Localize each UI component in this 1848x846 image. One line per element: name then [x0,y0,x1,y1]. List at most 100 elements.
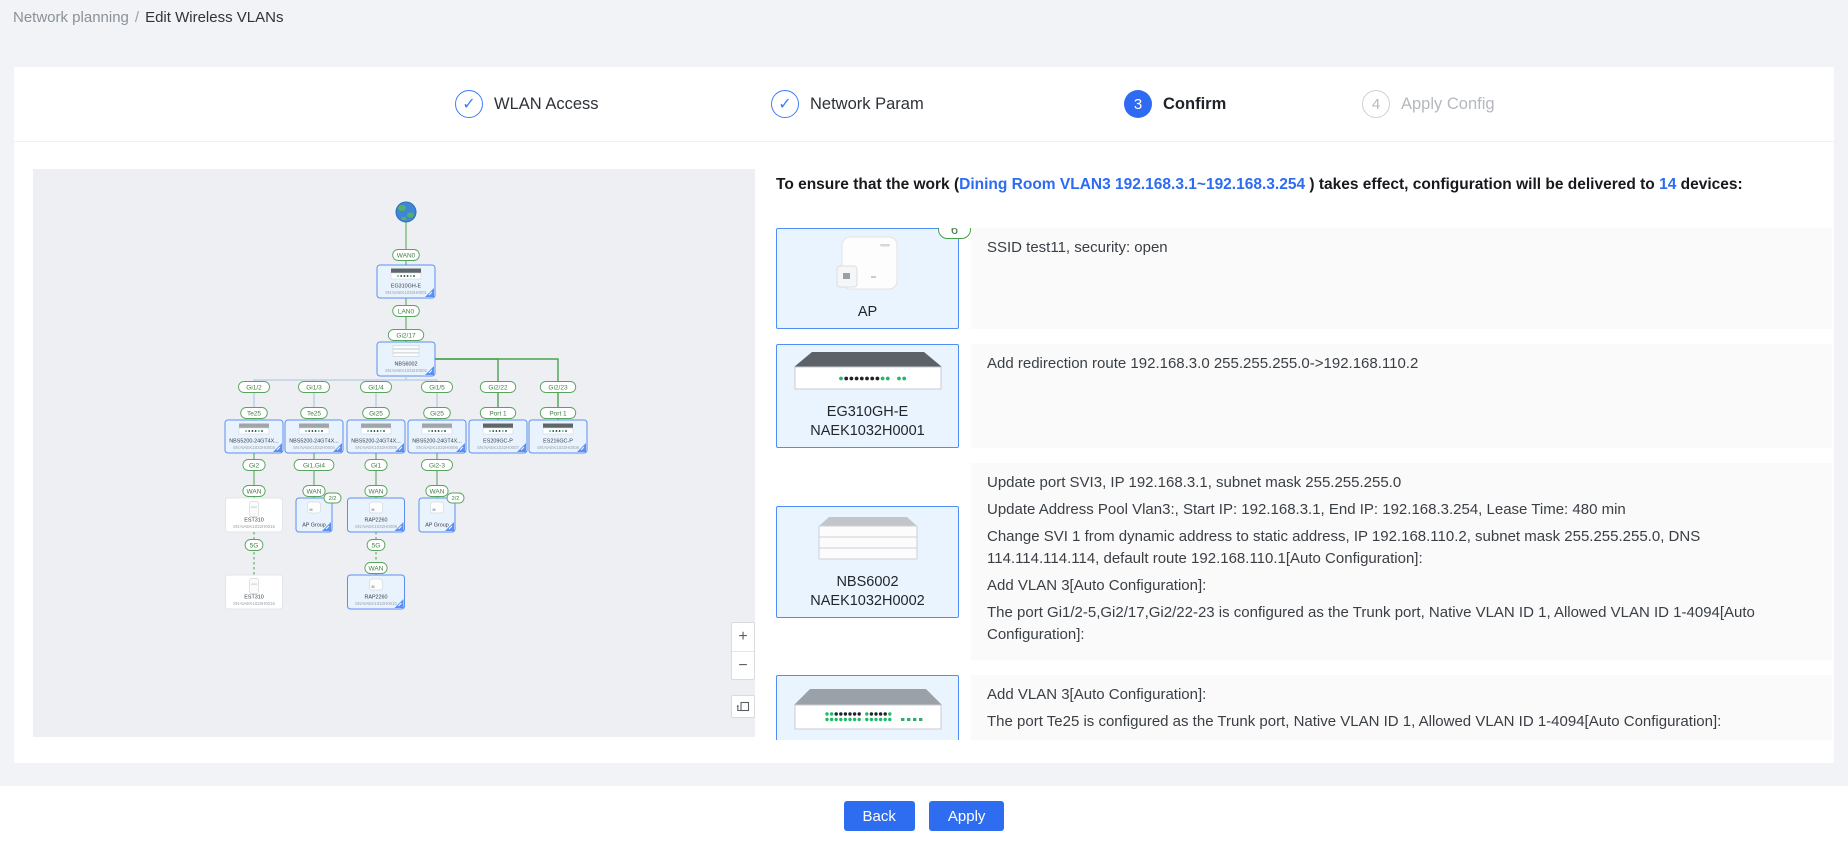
breadcrumb: Network planning / Edit Wireless VLANs [13,9,283,26]
step-label: Network Param [810,95,924,114]
svg-text:AP Group: AP Group [425,523,449,529]
svg-text:Gi25: Gi25 [430,410,444,417]
svg-text:WAN: WAN [247,488,262,495]
device-row: EG310GH-ENAEK1032H0001 Add redirection ro… [776,344,1832,448]
svg-text:SN:NAEK1032H0004: SN:NAEK1032H0004 [293,445,336,450]
svg-text:SN:NAEK1032H0010: SN:NAEK1032H0010 [355,601,398,606]
topology-node[interactable]: NBS5200-24GT4X...SN:NAEK1032H0005 [347,420,405,453]
wizard-panel: ✓ WLAN Access ✓ Network Param 3 Confirm … [14,67,1834,763]
wizard-stepper: ✓ WLAN Access ✓ Network Param 3 Confirm … [14,67,1834,142]
svg-text:Gi2/22: Gi2/22 [488,384,508,391]
config-line: Add VLAN 3[Auto Configuration]: [987,575,1816,597]
svg-text:2/2: 2/2 [452,496,460,502]
topology-node[interactable]: AP Group 2/2 [296,493,341,532]
svg-text:NBS5200-24GT4X...: NBS5200-24GT4X... [229,439,278,445]
gateway-device-icon [793,351,943,400]
device-list: 6 APSSID test11, security: open EG310GH-… [776,228,1832,740]
svg-text:SN:NAEK1032H0003: SN:NAEK1032H0003 [233,445,276,450]
svg-text:EG310GH-E: EG310GH-E [391,284,422,290]
step-number: 3 [1124,90,1152,118]
breadcrumb-separator: / [135,9,139,26]
svg-text:Port 1: Port 1 [549,410,567,417]
topology-node[interactable]: ES209GC-PSN:NAEK1032H0007 [469,420,527,453]
device-row: NBS6002NAEK1032H0002Update port SVI3, IP… [776,463,1832,660]
topology-node[interactable]: NBS6002SN:NAEK1032H0002 [377,342,435,376]
svg-text:5G: 5G [250,542,259,549]
fit-view-icon [736,700,750,713]
svg-text:NBS5200-24GT4X...: NBS5200-24GT4X... [289,439,338,445]
back-button[interactable]: Back [844,801,915,831]
device-config-text: Add redirection route 192.168.3.0 255.25… [971,344,1832,448]
step-check-icon: ✓ [771,90,799,118]
zoom-out-button[interactable]: − [732,651,754,679]
svg-text:Gi2/17: Gi2/17 [396,332,416,339]
step-network-param: ✓ Network Param [771,90,924,118]
svg-text:Te25: Te25 [247,410,261,417]
step-wlan-access: ✓ WLAN Access [455,90,599,118]
config-line: Change SVI 1 from dynamic address to sta… [987,526,1816,570]
svg-text:Gi1/4: Gi1/4 [368,384,384,391]
topology-node[interactable]: RAP2260SN:NAEK1032H0010 [348,575,405,609]
topology-node[interactable]: EG310GH-ESN:NAEK1032H0001 [377,265,435,298]
svg-text:SN:NAEK1032H0001: SN:NAEK1032H0001 [385,290,428,295]
svg-text:WAN: WAN [307,488,322,495]
svg-text:SN:NAEK1032H0005: SN:NAEK1032H0005 [355,445,398,450]
svg-text:Port 1: Port 1 [489,410,507,417]
header-text: devices: [1676,176,1742,193]
device-config-text: Update port SVI3, IP 192.168.3.1, subnet… [971,463,1832,660]
config-line: Update port SVI3, IP 192.168.3.1, subnet… [987,472,1816,494]
breadcrumb-parent[interactable]: Network planning [13,9,129,26]
device-card: EG310GH-ENAEK1032H0001 [776,344,959,448]
svg-text:AP Group: AP Group [302,523,326,529]
topology-node[interactable]: ES216GC-PSN:NAEK1032H0008 [529,420,587,453]
svg-text:WAN: WAN [369,488,384,495]
svg-text:SN:NAEK1032H0016: SN:NAEK1032H0016 [233,601,276,606]
internet-icon [396,202,416,222]
topology-node[interactable]: RAP2260SN:NAEK1032H0009 [348,498,405,532]
step-apply-config: 4 Apply Config [1362,90,1495,118]
svg-text:2/2: 2/2 [329,496,337,502]
device-row: 6 APSSID test11, security: open [776,228,1832,329]
svg-text:EST310: EST310 [244,518,263,524]
device-name: AP [858,303,877,322]
header-text: To ensure that the work ( [776,176,959,193]
device-name: EG310GH-E [827,403,908,422]
svg-text:SN:NAEK1032H0009: SN:NAEK1032H0009 [355,524,398,529]
config-line: The port Te25 is configured as the Trunk… [987,711,1816,733]
step-label: Apply Config [1401,95,1495,114]
svg-text:WAN0: WAN0 [397,252,416,259]
svg-text:Gi1/2: Gi1/2 [246,384,262,391]
config-line: The port Gi1/2-5,Gi2/17,Gi2/22-23 is con… [987,602,1816,646]
topology-node[interactable]: NBS5200-24GT4X...SN:NAEK1032H0003 [225,420,283,453]
apply-button[interactable]: Apply [929,801,1005,831]
svg-text:NBS5200-24GT4X...: NBS5200-24GT4X... [351,439,400,445]
svg-text:SN:NAEK1032H0007: SN:NAEK1032H0007 [477,445,520,450]
step-label: Confirm [1163,95,1226,114]
topology-node[interactable]: EST310SN:NAEK1032H0015 [226,498,283,532]
svg-text:SN:NAEK1032H0015: SN:NAEK1032H0015 [233,524,276,529]
vlan-link[interactable]: Dining Room VLAN3 192.168.3.1~192.168.3.… [959,176,1305,193]
svg-text:Gi2/23: Gi2/23 [548,384,568,391]
topology-node[interactable]: NBS5200-24GT4X...SN:NAEK1032H0004 [285,420,343,453]
device-count-link[interactable]: 14 [1659,176,1676,193]
topology-node[interactable]: EST310SN:NAEK1032H0016 [226,575,283,609]
svg-text:Gi2: Gi2 [249,462,260,469]
svg-text:NBS6002: NBS6002 [394,362,417,368]
svg-text:Gi1,Gi4: Gi1,Gi4 [303,462,325,469]
step-number: 4 [1362,90,1390,118]
config-line: Update Address Pool Vlan3:, Start IP: 19… [987,499,1816,521]
breadcrumb-current: Edit Wireless VLANs [145,9,283,26]
device-card: 6 AP [776,228,959,329]
svg-text:Gi25: Gi25 [369,410,383,417]
zoom-in-button[interactable]: + [732,623,754,651]
config-line: Add redirection route 192.168.3.0 255.25… [987,353,1816,375]
device-serial: NAEK1032H0001 [810,422,924,441]
device-row: NBS5200-24GT4XSAdd VLAN 3[Auto Configura… [776,675,1832,740]
fit-view-button[interactable] [731,695,755,718]
topology-canvas[interactable]: WAN0EG310GH-ESN:NAEK1032H0001LAN0Gi2/17N… [33,169,755,737]
topology-node[interactable]: AP Group 2/2 [419,493,464,532]
step-label: WLAN Access [494,95,599,114]
topology-zoom-controls: + − [731,622,755,680]
topology-node[interactable]: NBS5200-24GT4X...SN:NAEK1032H0006 [408,420,466,453]
svg-text:SN:NAEK1032H0008: SN:NAEK1032H0008 [537,445,580,450]
